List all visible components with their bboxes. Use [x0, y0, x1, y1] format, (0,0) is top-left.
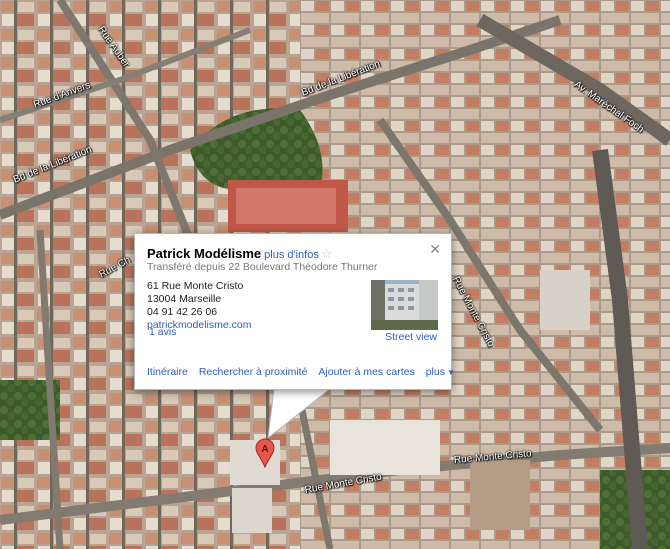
- more-menu-link[interactable]: plus: [426, 366, 445, 378]
- phone-number: 04 91 42 26 06: [147, 306, 218, 318]
- street-view-link[interactable]: Street view: [385, 331, 437, 343]
- reviews-link[interactable]: 1 avis: [149, 326, 176, 338]
- info-window-pointer: [267, 388, 332, 440]
- place-details: 61 Rue Monte Cristo 13004 Marseille 04 9…: [147, 280, 251, 332]
- street-view-thumbnail[interactable]: [371, 280, 438, 330]
- chevron-down-icon[interactable]: ▼: [447, 368, 455, 377]
- close-icon[interactable]: ✕: [429, 242, 441, 256]
- place-info-window: ✕ Patrick Modélisme plus d'infos ☆ Transfé…: [134, 233, 455, 390]
- address-line2: 13004 Marseille: [147, 293, 222, 305]
- search-nearby-link[interactable]: Rechercher à proximité: [199, 366, 308, 378]
- moved-from-text: Transféré depuis 22 Boulevard Théodore T…: [147, 261, 378, 273]
- address-line1: 61 Rue Monte Cristo: [147, 280, 244, 292]
- marker-label: A: [261, 444, 268, 455]
- add-to-my-maps-link[interactable]: Ajouter à mes cartes: [318, 366, 414, 378]
- action-links: Itinéraire Rechercher à proximité Ajouter …: [147, 366, 455, 378]
- street-view-image: [371, 280, 438, 330]
- itinerary-link[interactable]: Itinéraire: [147, 366, 188, 378]
- map-marker-pin-icon[interactable]: A: [255, 438, 275, 468]
- star-icon[interactable]: ☆: [321, 246, 333, 261]
- place-title: Patrick Modélisme: [147, 246, 262, 261]
- more-info-link[interactable]: plus d'infos: [264, 249, 319, 261]
